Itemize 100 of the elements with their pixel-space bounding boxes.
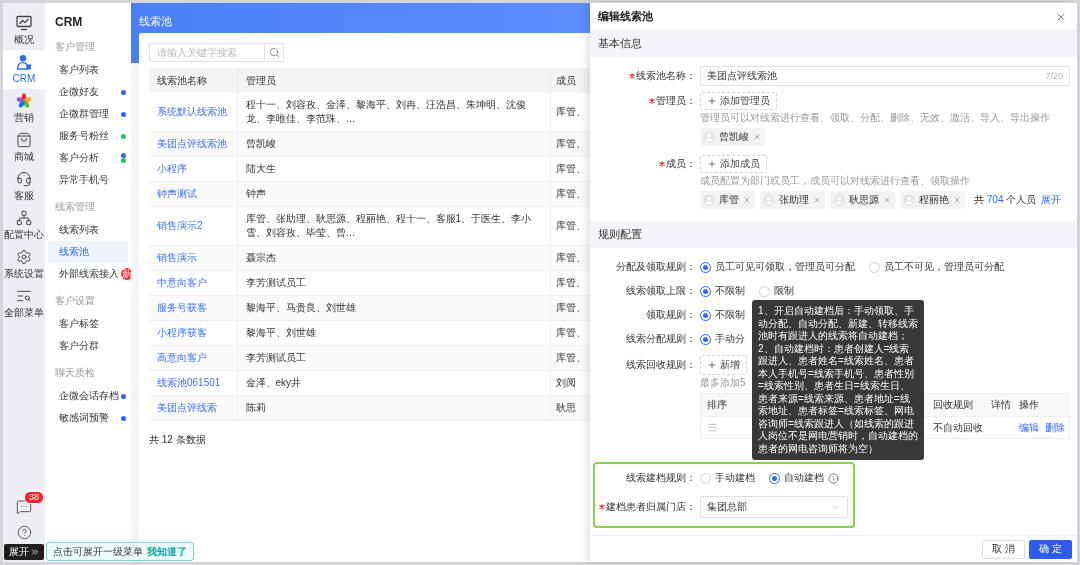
- help-icon: [16, 525, 32, 540]
- table-cell: 曾凯峻: [237, 131, 550, 157]
- pool-name-link[interactable]: 中意向客户: [157, 277, 207, 288]
- column-header: 成员: [550, 68, 590, 93]
- pool-name-link[interactable]: 销售演示2: [157, 220, 203, 231]
- confirm-button[interactable]: 确 定: [1029, 539, 1072, 559]
- expand-link[interactable]: 展开: [1041, 193, 1062, 207]
- menu-item[interactable]: 企微群管理: [48, 103, 128, 125]
- table-cell: 陆大生: [237, 156, 550, 182]
- nav-item[interactable]: 营销: [3, 89, 45, 128]
- nav-item[interactable]: 配置中心: [3, 206, 45, 245]
- radio-option[interactable]: 不限制: [700, 308, 745, 322]
- column-header: 详情: [985, 394, 1013, 416]
- menu-item[interactable]: 企微好友: [48, 81, 128, 103]
- menu-group-label: 聊天质检: [54, 366, 96, 380]
- avatar-icon: [763, 194, 775, 206]
- menu-item[interactable]: 企微会话存档: [48, 385, 128, 407]
- plus-icon: [707, 360, 717, 370]
- add-admin-button[interactable]: 添加管理员: [700, 92, 777, 110]
- info-icon[interactable]: [828, 472, 839, 484]
- cancel-button[interactable]: 取 消: [982, 539, 1026, 559]
- search-button[interactable]: [265, 43, 284, 62]
- form-label: 线索分配规则：: [626, 332, 696, 346]
- user-tag: 程丽艳: [900, 191, 965, 209]
- member-count: 共 704 个人员: [974, 193, 1037, 207]
- radio-option[interactable]: 员工不可见，管理员可分配: [869, 260, 1004, 274]
- field-hint: 管理员可以对线索进行查看、领取、分配、删除、无效、激活、导入、导出操作: [700, 112, 1050, 124]
- table-cell: 陈莉: [237, 395, 550, 421]
- chart-monitor-icon: [16, 15, 32, 31]
- help-button[interactable]: [16, 525, 32, 540]
- action-link[interactable]: 编辑: [1019, 420, 1039, 435]
- page-title: 线索池: [139, 14, 173, 28]
- radio-option[interactable]: 手动建档: [700, 471, 755, 485]
- menu-item[interactable]: 线索列表: [48, 219, 128, 241]
- expand-button[interactable]: 展开: [4, 544, 44, 560]
- avatar-icon: [833, 194, 845, 206]
- radio-option[interactable]: 自动建档: [769, 471, 839, 485]
- total-count: 共 12 条数据: [149, 433, 207, 447]
- user-tag: 张助理: [760, 191, 825, 209]
- messages-button[interactable]: [16, 499, 32, 515]
- table-cell: 钟声: [237, 181, 550, 207]
- remove-icon[interactable]: [883, 196, 891, 204]
- menu-item[interactable]: 敏感词预警: [48, 407, 128, 429]
- add-rule-button[interactable]: 新增: [700, 355, 747, 375]
- store-select[interactable]: 集团总部: [700, 496, 848, 518]
- menu-item[interactable]: 客户标签: [48, 313, 128, 335]
- menu-item[interactable]: 客户分群: [48, 335, 128, 357]
- menu-item[interactable]: 线索池: [48, 241, 128, 263]
- remove-icon[interactable]: [813, 196, 821, 204]
- plus-icon: [707, 96, 717, 106]
- table-cell: 程十一、刘容孜、金泽、黎海平、刘冉、汪浩昌、朱坤明、沈俊龙、李唯佳、李范珠、…: [237, 93, 550, 132]
- user-icon: [16, 54, 32, 70]
- form-label: 线索池名称：: [636, 69, 696, 83]
- field-hint: 最多添加5: [700, 377, 746, 389]
- radio-option[interactable]: 员工可见可领取，管理员可分配: [700, 260, 855, 274]
- menu-group-label: 客户管理: [54, 40, 96, 54]
- table-cell: 不自动回收: [927, 416, 985, 438]
- name-input[interactable]: 美团点评线索池 7/20: [700, 66, 1070, 86]
- section-header: 基本信息: [590, 30, 1077, 57]
- table-cell: 库管、: [550, 206, 590, 246]
- radio-option[interactable]: 限制: [759, 284, 794, 298]
- search-input[interactable]: 请输入关键字搜索: [149, 43, 265, 62]
- settings-icon: [16, 249, 32, 265]
- remove-icon[interactable]: [753, 133, 761, 141]
- add-member-button[interactable]: 添加成员: [700, 155, 767, 173]
- radio-option[interactable]: 不限制: [700, 284, 745, 298]
- shopping-bag-icon: [16, 132, 32, 148]
- search-icon: [268, 47, 280, 58]
- plus-icon: [707, 159, 717, 169]
- nav-item[interactable]: 商城: [3, 128, 45, 167]
- menu-item[interactable]: 客户分析: [48, 147, 128, 169]
- nav-item[interactable]: 系统设置: [3, 245, 45, 284]
- form-label: 线索建档规则：: [626, 471, 696, 485]
- pool-name-link[interactable]: 小程序: [157, 163, 187, 174]
- menu-item[interactable]: 客户列表: [48, 59, 128, 81]
- remove-icon[interactable]: [953, 196, 961, 204]
- pool-name-link[interactable]: 系统默认线索池: [157, 106, 227, 117]
- field-hint: 成员配置为部门或员工，成员可以对线索进行查看、领取操作: [700, 175, 970, 187]
- column-header: 回收规则: [927, 394, 985, 416]
- nav-item[interactable]: 概况: [3, 11, 45, 50]
- nav-item[interactable]: 全部菜单: [3, 284, 45, 323]
- menu-item[interactable]: 异常手机号: [48, 169, 128, 191]
- double-chevron-icon: [29, 547, 40, 557]
- avatar-icon: [703, 131, 715, 143]
- pool-name-link[interactable]: 销售演示: [157, 252, 197, 263]
- nav-item[interactable]: 客服: [3, 167, 45, 206]
- user-tag: 耿思源: [830, 191, 895, 209]
- drawer-title: 编辑线索池: [598, 9, 653, 24]
- radio-option[interactable]: 手动分: [700, 332, 745, 346]
- tooltip-text: 1、开启自动建档后：手动领取、手动分配、自动分配、新建、转移线索池时有跟进人的线索将自动建档；: [758, 305, 918, 343]
- nav-item[interactable]: CRM: [3, 50, 45, 89]
- table-cell: 库管、: [550, 93, 590, 132]
- headset-icon: [16, 171, 32, 187]
- remove-icon[interactable]: [743, 196, 751, 204]
- drag-handle-icon[interactable]: [707, 422, 718, 433]
- menu-item[interactable]: 服务号粉丝: [48, 125, 128, 147]
- column-header: 排序: [701, 394, 741, 416]
- action-link[interactable]: 删除: [1045, 420, 1065, 435]
- pool-name-link[interactable]: 钟声测试: [157, 188, 197, 199]
- form-label: 分配及领取规则：: [616, 260, 696, 274]
